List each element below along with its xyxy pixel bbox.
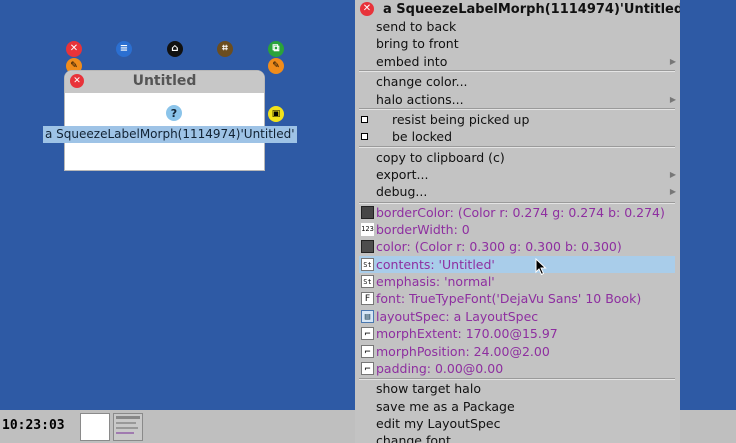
menu-item-label: bring to front	[376, 36, 459, 51]
clock: 10:23:03	[2, 418, 65, 433]
submenu-arrow-icon: ▶	[669, 95, 676, 104]
menu-item-emphasis[interactable]: St emphasis: 'normal'	[355, 273, 680, 290]
menu-item-debug[interactable]: debug... ▶	[355, 183, 680, 200]
point-icon: ⌐	[361, 327, 374, 340]
close-icon[interactable]: ✕	[360, 2, 374, 16]
menu-item-label: font: TrueTypeFont('DejaVu Sans' 10 Book…	[376, 291, 642, 306]
menu-item-morph-extent[interactable]: ⌐ morphExtent: 170.00@15.97	[355, 325, 680, 342]
menu-item-label: resist being picked up	[392, 112, 530, 127]
menu-item-label: be locked	[392, 129, 453, 144]
menu-item-padding[interactable]: ⌐ padding: 0.00@0.00	[355, 360, 680, 377]
menu-item-label: color: (Color r: 0.300 g: 0.300 b: 0.300…	[376, 239, 622, 254]
point-icon: ⌐	[361, 345, 374, 358]
number-icon: 123	[361, 223, 374, 236]
menu-item-resist-being-picked-up[interactable]: resist being picked up	[355, 111, 680, 128]
menu-item-contents[interactable]: St contents: 'Untitled'	[359, 256, 675, 273]
menu-item-border-width[interactable]: 123 borderWidth: 0	[355, 221, 680, 238]
color-swatch-icon	[361, 206, 374, 219]
menu-item-edit-layout-spec[interactable]: edit my LayoutSpec	[355, 415, 680, 432]
menu-item-label: morphPosition: 24.00@2.00	[376, 344, 550, 359]
duplicate-icon[interactable]: ⧉	[268, 41, 284, 57]
menu-title: ✕ a SqueezeLabelMorph(1114974)'Untitled'	[355, 0, 680, 19]
house-icon[interactable]: ⌂	[167, 41, 183, 57]
menu-item-label: show target halo	[376, 381, 481, 396]
resize-icon[interactable]: ▣	[268, 106, 284, 122]
menu-item-embed-into[interactable]: embed into ▶	[355, 53, 680, 70]
menu-item-label: send to back	[376, 19, 457, 34]
menu-title-text: a SqueezeLabelMorph(1114974)'Untitled'	[383, 2, 680, 17]
menu-item-label: edit my LayoutSpec	[376, 416, 501, 431]
menu-item-font[interactable]: F font: TrueTypeFont('DejaVu Sans' 10 Bo…	[355, 290, 680, 307]
close-icon[interactable]: ✕	[66, 41, 82, 57]
menu-item-bring-to-front[interactable]: bring to front	[355, 35, 680, 52]
menu-item-save-as-package[interactable]: save me as a Package	[355, 398, 680, 415]
menu-icon[interactable]: ≡	[116, 41, 132, 57]
menu-separator	[359, 108, 675, 110]
menu-item-label: save me as a Package	[376, 399, 515, 414]
checkbox-icon[interactable]	[361, 133, 368, 140]
menu-item-send-to-back[interactable]: send to back	[355, 18, 680, 35]
menu-item-label: borderColor: (Color r: 0.274 g: 0.274 b:…	[376, 205, 665, 220]
font-icon: F	[361, 292, 374, 305]
menu-item-label: debug...	[376, 184, 428, 199]
menu-item-label: contents: 'Untitled'	[376, 257, 495, 272]
menu-item-label: layoutSpec: a LayoutSpec	[376, 309, 539, 324]
close-icon[interactable]: ✕	[70, 74, 84, 88]
menu-separator	[359, 70, 675, 72]
menu-item-label: export...	[376, 167, 429, 182]
menu-item-export[interactable]: export... ▶	[355, 166, 680, 183]
menu-item-label: copy to clipboard (c)	[376, 150, 505, 165]
selected-morph-label[interactable]: a SqueezeLabelMorph(1114974)'Untitled'	[43, 126, 297, 143]
mouse-pointer-icon	[535, 258, 547, 276]
point-icon: ⌐	[361, 362, 374, 375]
taskbar-menu-thumbnail[interactable]	[113, 413, 143, 441]
menu-item-label: padding: 0.00@0.00	[376, 361, 504, 376]
wrench-icon[interactable]: ✎	[268, 58, 284, 74]
checkbox-icon[interactable]	[361, 116, 368, 123]
menu-item-border-color[interactable]: borderColor: (Color r: 0.274 g: 0.274 b:…	[355, 204, 680, 221]
menu-item-copy-to-clipboard[interactable]: copy to clipboard (c)	[355, 149, 680, 166]
menu-item-be-locked[interactable]: be locked	[355, 128, 680, 145]
move-icon[interactable]: ⌗	[217, 41, 233, 57]
menu-item-label: change color...	[376, 74, 468, 89]
taskbar-window-thumbnail[interactable]	[80, 413, 110, 441]
layout-icon: ▤	[361, 310, 374, 323]
menu-item-layout-spec[interactable]: ▤ layoutSpec: a LayoutSpec	[355, 308, 680, 325]
menu-item-label: change font...	[376, 433, 463, 443]
menu-item-label: emphasis: 'normal'	[376, 274, 495, 289]
question-icon[interactable]: ?	[166, 105, 182, 121]
untitled-window[interactable]: Untitled	[65, 71, 264, 170]
menu-item-label: halo actions...	[376, 92, 464, 107]
menu-item-label: embed into	[376, 54, 448, 69]
menu-item-color[interactable]: color: (Color r: 0.300 g: 0.300 b: 0.300…	[355, 238, 680, 255]
submenu-arrow-icon: ▶	[669, 57, 676, 66]
color-swatch-icon	[361, 240, 374, 253]
submenu-arrow-icon: ▶	[669, 170, 676, 179]
menu-item-change-color[interactable]: change color...	[355, 73, 680, 90]
menu-item-morph-position[interactable]: ⌐ morphPosition: 24.00@2.00	[355, 343, 680, 360]
string-icon: St	[361, 258, 374, 271]
window-title[interactable]: Untitled	[65, 71, 264, 93]
menu-item-change-font[interactable]: change font...	[355, 432, 680, 443]
string-icon: St	[361, 275, 374, 288]
menu-item-show-target-halo[interactable]: show target halo	[355, 380, 680, 397]
menu-item-label: borderWidth: 0	[376, 222, 470, 237]
menu-item-halo-actions[interactable]: halo actions... ▶	[355, 91, 680, 108]
morph-context-menu[interactable]: ✕ a SqueezeLabelMorph(1114974)'Untitled'…	[355, 0, 680, 443]
submenu-arrow-icon: ▶	[669, 187, 676, 196]
menu-item-label: morphExtent: 170.00@15.97	[376, 326, 558, 341]
menu-separator	[359, 146, 675, 148]
